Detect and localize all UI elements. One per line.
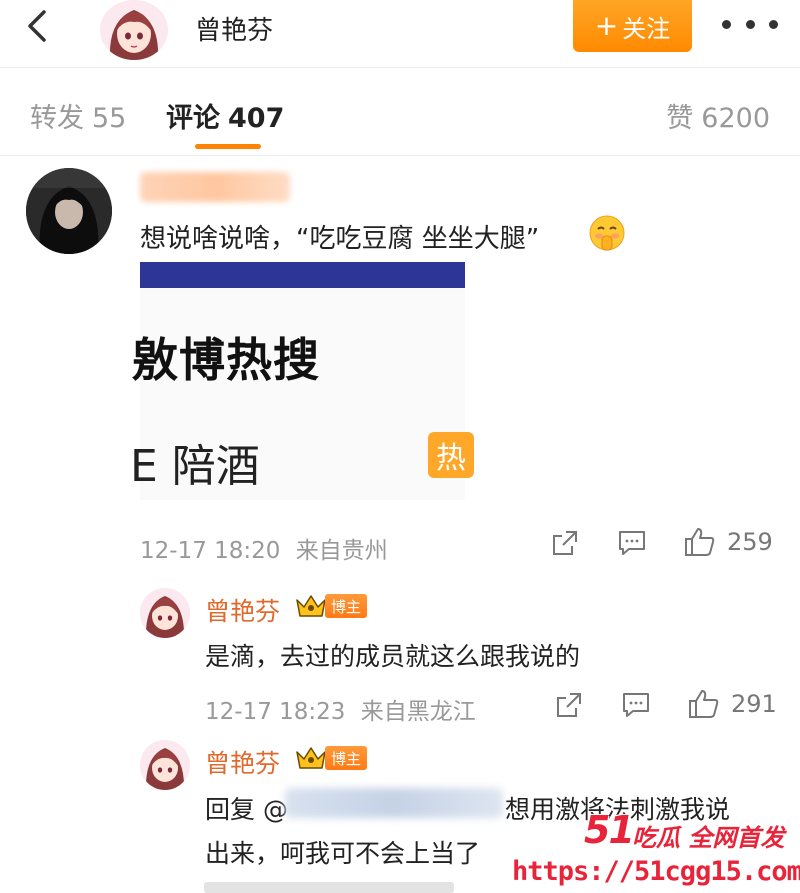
comment-icon: [623, 693, 649, 717]
commenter-avatar[interactable]: [26, 168, 112, 254]
reply-avatar[interactable]: [140, 740, 190, 790]
more-options-button[interactable]: [722, 8, 778, 40]
comment-location: 来自贵州: [295, 538, 388, 564]
tab-comment[interactable]: 评论 407: [166, 96, 284, 135]
reply-meta-cutoff: [204, 882, 454, 893]
tab-repost[interactable]: 转发 55: [30, 96, 126, 135]
reply-avatar[interactable]: [140, 588, 190, 638]
top-bar: 曾艳芬 + 关注: [0, 0, 800, 68]
embed-header-bar: [140, 262, 465, 288]
tab-repost-count: 55: [92, 103, 127, 134]
comment-time: 12-17 18:20: [140, 538, 281, 564]
share-icon: [553, 531, 577, 555]
comment-text: 想说啥说啥，“吃吃豆腐 坐坐大腿”: [140, 224, 540, 254]
like-count: 259: [727, 528, 773, 556]
reply-text: 是滴，去过的成员就这么跟我说的: [205, 642, 581, 671]
tab-like[interactable]: 赞 6200: [666, 96, 770, 135]
thumbs-up-icon: [689, 690, 719, 718]
crown-icon: [296, 747, 326, 769]
reply-username[interactable]: 曾艳芬: [205, 744, 280, 780]
dot-icon: [745, 19, 755, 29]
reply-time: 12-17 18:23: [205, 699, 346, 725]
blogger-badge: 博主: [325, 746, 368, 770]
crown-icon: [296, 595, 326, 617]
comment-reply-button[interactable]: [621, 690, 651, 720]
tab-like-label: 赞: [666, 103, 694, 134]
watermark-slogan: 吃瓜 全网首发: [632, 824, 785, 852]
embedded-screenshot[interactable]: 敫博热搜 E 陪酒 热: [130, 262, 474, 500]
active-tab-indicator: [195, 144, 261, 149]
author-avatar[interactable]: [100, 0, 168, 60]
tab-comment-label: 评论: [166, 103, 220, 134]
watermark-url: https://51cgg15.com: [512, 856, 800, 887]
follow-label: 关注: [622, 14, 671, 43]
tab-repost-label: 转发: [30, 103, 84, 134]
like-count: 291: [731, 690, 777, 718]
blogger-badge: 博主: [325, 594, 368, 618]
reply-prefix[interactable]: 回复 @: [205, 790, 288, 826]
shushing-face-emoji-icon: [589, 215, 625, 251]
reply-location: 来自黑龙江: [360, 699, 476, 725]
tab-like-count: 6200: [701, 103, 770, 134]
plus-icon: +: [594, 9, 619, 42]
comment-icon: [619, 531, 645, 555]
like-button[interactable]: 291: [687, 688, 777, 720]
comment-meta: 12-17 18:20 来自贵州: [140, 531, 388, 565]
follow-button[interactable]: + 关注: [573, 0, 692, 52]
tab-comment-count: 407: [228, 103, 285, 134]
header-username[interactable]: 曾艳芬: [195, 10, 273, 47]
mention-blurred[interactable]: [285, 788, 503, 818]
tab-bar: 转发 55 评论 407 赞 6200: [0, 68, 800, 156]
share-button[interactable]: [554, 690, 584, 720]
dot-icon: [722, 19, 731, 29]
back-button[interactable]: [18, 6, 58, 46]
like-button[interactable]: 259: [683, 526, 773, 558]
dot-icon: [769, 19, 778, 29]
reply-meta: 12-17 18:23 来自黑龙江: [205, 692, 476, 726]
embed-topic: E 陪酒: [130, 441, 260, 492]
share-button[interactable]: [550, 528, 580, 558]
hot-badge: 热: [428, 432, 474, 478]
comment-reply-button[interactable]: [617, 528, 647, 558]
thumbs-up-icon: [685, 528, 715, 556]
commenter-name-blurred[interactable]: [140, 172, 290, 202]
watermark-number: 51: [584, 808, 635, 852]
embed-title: 敫博热搜: [132, 333, 320, 387]
reply-username[interactable]: 曾艳芬: [205, 592, 280, 628]
chevron-left-icon: [28, 10, 46, 42]
share-icon: [557, 693, 581, 717]
reply-text-line2: 出来，呵我可不会上当了: [205, 839, 481, 868]
